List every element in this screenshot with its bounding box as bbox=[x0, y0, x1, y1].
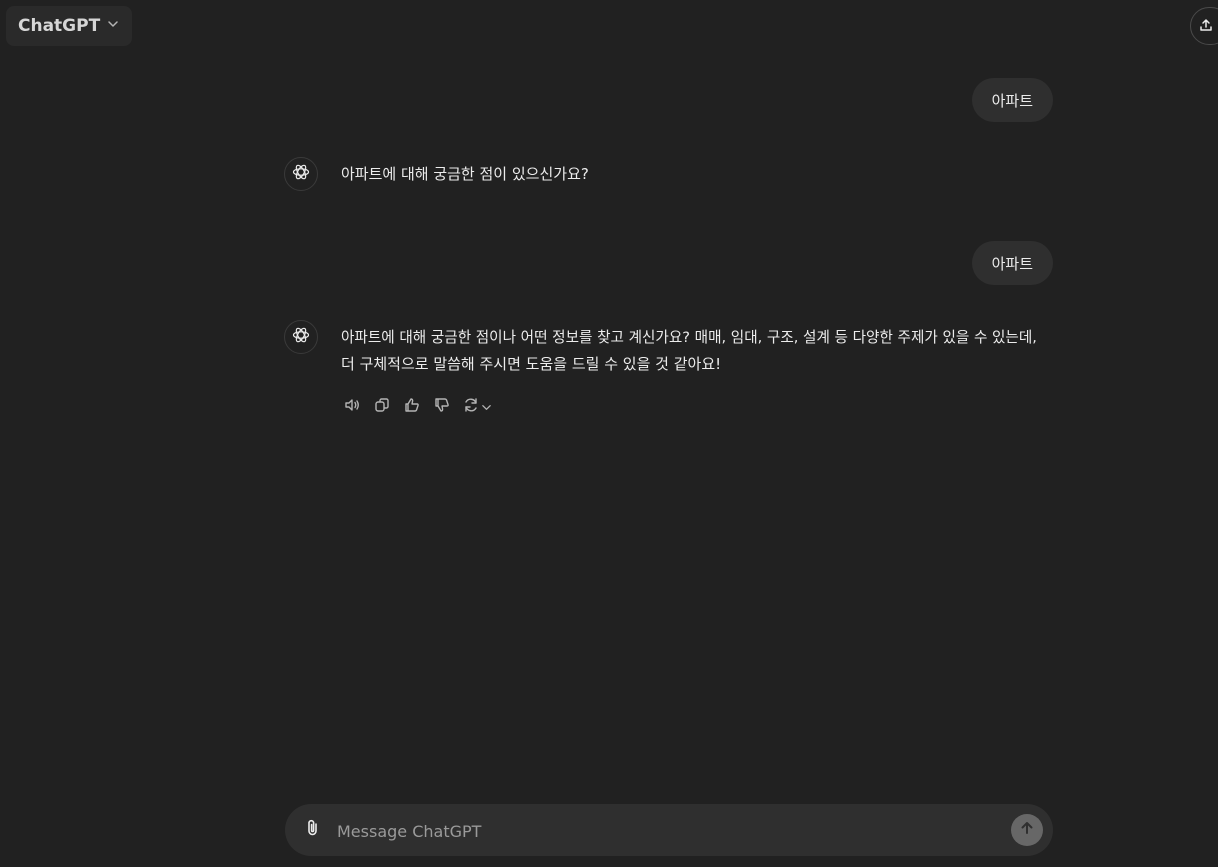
user-message-bubble: 아파트 bbox=[971, 78, 1053, 122]
regenerate-icon bbox=[462, 396, 480, 418]
user-message-bubble: 아파트 bbox=[971, 241, 1053, 285]
user-message-text: 아파트 bbox=[991, 91, 1033, 110]
message-input[interactable] bbox=[335, 817, 999, 845]
speaker-icon bbox=[343, 396, 361, 418]
assistant-avatar bbox=[284, 320, 318, 354]
thumbs-up-icon bbox=[403, 396, 421, 418]
message-composer bbox=[285, 804, 1053, 856]
good-response-button[interactable] bbox=[401, 395, 423, 419]
model-label: ChatGPT bbox=[18, 16, 101, 36]
assistant-message-text: 아파트에 대해 궁금한 점이 있으신가요? bbox=[341, 161, 1056, 188]
send-button[interactable] bbox=[1011, 814, 1043, 846]
model-switcher-button[interactable]: ChatGPT bbox=[6, 6, 133, 46]
arrow-up-icon bbox=[1019, 820, 1035, 840]
attach-file-button[interactable] bbox=[301, 818, 325, 842]
assistant-message-line: 더 구체적으로 말씀해 주시면 도움을 드릴 수 있을 것 같아요! bbox=[341, 355, 722, 373]
regenerate-button[interactable] bbox=[461, 395, 493, 419]
chevron-down-icon bbox=[481, 398, 492, 417]
assistant-avatar bbox=[284, 157, 318, 191]
chat-page: ChatGPT 아파트 아파트에 대해 궁금한 점이 있으신가요? 아파트 아파… bbox=[0, 0, 1218, 867]
chevron-down-icon bbox=[106, 16, 120, 36]
copy-icon bbox=[373, 396, 391, 418]
share-upload-icon bbox=[1199, 17, 1213, 36]
message-action-bar bbox=[341, 395, 493, 419]
thumbs-down-icon bbox=[433, 396, 451, 418]
user-message-text: 아파트 bbox=[991, 254, 1033, 273]
paperclip-icon bbox=[303, 818, 323, 842]
share-button[interactable] bbox=[1190, 7, 1218, 45]
openai-logo-icon bbox=[291, 325, 311, 349]
assistant-message-text: 아파트에 대해 궁금한 점이나 어떤 정보를 찾고 계신가요? 매매, 임대, … bbox=[341, 324, 1056, 378]
read-aloud-button[interactable] bbox=[341, 395, 363, 419]
assistant-message-line: 아파트에 대해 궁금한 점이 있으신가요? bbox=[341, 165, 589, 183]
copy-button[interactable] bbox=[371, 395, 393, 419]
bad-response-button[interactable] bbox=[431, 395, 453, 419]
openai-logo-icon bbox=[291, 162, 311, 186]
assistant-message-line: 아파트에 대해 궁금한 점이나 어떤 정보를 찾고 계신가요? 매매, 임대, … bbox=[341, 329, 1037, 346]
